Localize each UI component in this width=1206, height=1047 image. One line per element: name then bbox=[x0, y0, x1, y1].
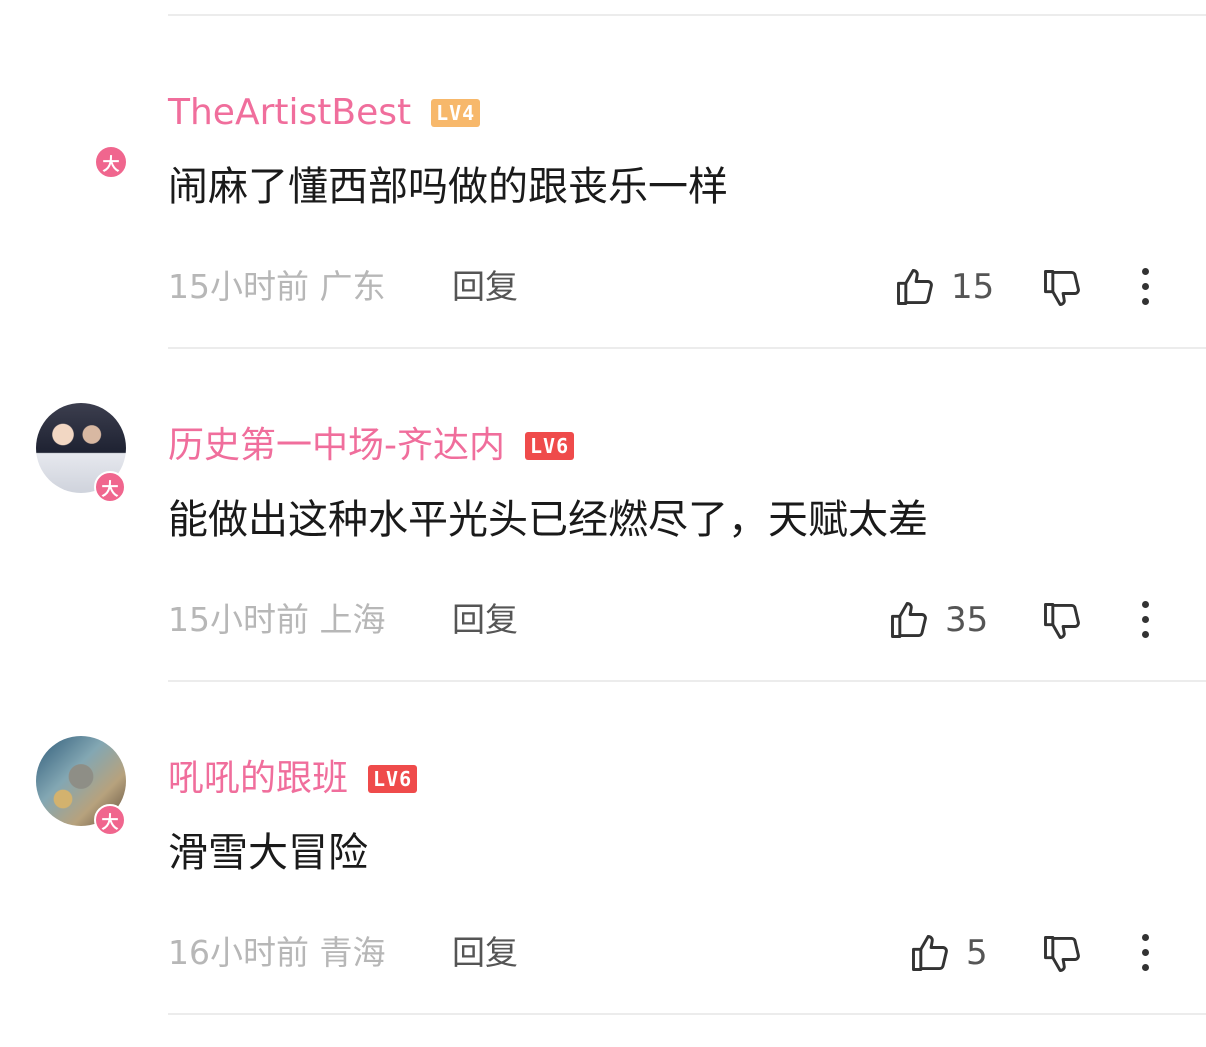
comment-list: 大 TheArtistBest LV4 闹麻了懂西部吗做的跟丧乐一样 15小时前… bbox=[0, 0, 1206, 1047]
timestamp: 15小时前 bbox=[168, 600, 309, 639]
level-badge: LV4 bbox=[431, 99, 481, 127]
comment-text[interactable]: 闹麻了懂西部吗做的跟丧乐一样 bbox=[168, 159, 728, 215]
timestamp: 15小时前 bbox=[168, 267, 309, 306]
reply-button[interactable]: 回复 bbox=[452, 595, 518, 645]
dislike-button[interactable] bbox=[1040, 932, 1084, 980]
comment-text[interactable]: 能做出这种水平光头已经燃尽了，天赋太差 bbox=[168, 492, 928, 548]
big-member-badge: 大 bbox=[94, 145, 128, 179]
location: 广东 bbox=[319, 267, 386, 306]
like-count: 15 bbox=[951, 267, 995, 307]
thumbs-up-icon bbox=[912, 935, 948, 971]
big-member-badge: 大 bbox=[94, 804, 126, 836]
thumbs-down-icon bbox=[1044, 936, 1080, 972]
thumbs-up-icon bbox=[891, 602, 927, 638]
more-options-button[interactable] bbox=[1130, 266, 1160, 308]
comment-meta: 15小时前 广东 bbox=[168, 262, 386, 312]
level-badge: LV6 bbox=[368, 765, 418, 793]
comment-item: 大 吼吼的跟班 LV6 滑雪大冒险 16小时前 青海 回复 5 bbox=[0, 680, 1206, 1013]
thumbs-down-icon bbox=[1044, 270, 1080, 306]
comment-item: 大 TheArtistBest LV4 闹麻了懂西部吗做的跟丧乐一样 15小时前… bbox=[0, 14, 1206, 347]
username[interactable]: 历史第一中场-齐达内 bbox=[168, 421, 505, 471]
username[interactable]: TheArtistBest bbox=[168, 88, 411, 138]
comment-meta: 16小时前 青海 bbox=[168, 928, 386, 978]
more-options-button[interactable] bbox=[1130, 932, 1160, 974]
username-row: 吼吼的跟班 LV6 bbox=[168, 754, 418, 804]
dislike-button[interactable] bbox=[1040, 266, 1084, 314]
location: 上海 bbox=[319, 600, 386, 639]
timestamp: 16小时前 bbox=[168, 933, 309, 972]
comment-item: 大 历史第一中场-齐达内 LV6 能做出这种水平光头已经燃尽了，天赋太差 15小… bbox=[0, 347, 1206, 680]
location: 青海 bbox=[319, 933, 386, 972]
username-row: 历史第一中场-齐达内 LV6 bbox=[168, 421, 575, 471]
username[interactable]: 吼吼的跟班 bbox=[168, 754, 348, 804]
like-button[interactable]: 5 bbox=[908, 928, 988, 978]
like-button[interactable]: 15 bbox=[893, 262, 994, 312]
like-button[interactable]: 35 bbox=[887, 595, 988, 645]
like-count: 5 bbox=[966, 933, 988, 973]
thumbs-down-icon bbox=[1044, 603, 1080, 639]
thumbs-up-icon bbox=[897, 269, 933, 305]
dislike-button[interactable] bbox=[1040, 599, 1084, 647]
divider bbox=[168, 1013, 1206, 1015]
reply-button[interactable]: 回复 bbox=[452, 928, 518, 978]
more-options-button[interactable] bbox=[1130, 599, 1160, 641]
like-count: 35 bbox=[945, 600, 989, 640]
big-member-badge: 大 bbox=[94, 471, 126, 503]
comment-text[interactable]: 滑雪大冒险 bbox=[168, 825, 368, 881]
username-row: TheArtistBest LV4 bbox=[168, 88, 481, 138]
reply-button[interactable]: 回复 bbox=[452, 262, 518, 312]
comment-meta: 15小时前 上海 bbox=[168, 595, 386, 645]
level-badge: LV6 bbox=[525, 432, 575, 460]
